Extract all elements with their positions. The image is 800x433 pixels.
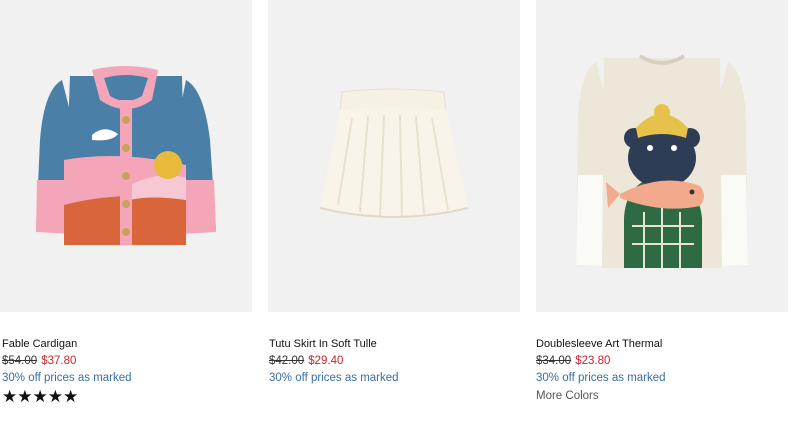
price-group: $54.00 $37.80 [2,355,76,367]
product-card-tutu-skirt[interactable]: Tutu Skirt In Soft Tulle $42.00 $29.40 30… [268,0,520,384]
product-image-skirt[interactable] [268,0,520,312]
sale-price: $23.80 [575,355,611,367]
sale-price: $29.40 [308,355,344,367]
product-card-fable-cardigan[interactable]: Fable Cardigan $54.00 $37.80 30% off pric… [0,0,252,406]
promo-text: 30% off prices as marked [536,372,666,384]
promo-text: 30% off prices as marked [269,372,399,384]
product-name[interactable]: Fable Cardigan [2,338,77,350]
product-image-thermal[interactable] [536,0,788,312]
promo-text: 30% off prices as marked [2,372,132,384]
price-group: $34.00 $23.80 [536,355,610,367]
product-name[interactable]: Doublesleeve Art Thermal [536,338,662,350]
skirt-illustration [268,0,520,312]
original-price: $54.00 [2,355,38,367]
sale-price: $37.80 [41,355,77,367]
thermal-illustration [536,0,788,312]
price-group: $42.00 $29.40 [269,355,343,367]
cardigan-illustration [0,0,252,312]
original-price: $34.00 [536,355,572,367]
product-name[interactable]: Tutu Skirt In Soft Tulle [269,338,377,350]
product-image-cardigan[interactable] [0,0,252,312]
product-card-doublesleeve-thermal[interactable]: Doublesleeve Art Thermal $34.00 $23.80 30… [536,0,788,402]
star-rating[interactable]: ★★★★★ [2,387,78,407]
more-colors-link[interactable]: More Colors [536,390,599,402]
original-price: $42.00 [269,355,305,367]
